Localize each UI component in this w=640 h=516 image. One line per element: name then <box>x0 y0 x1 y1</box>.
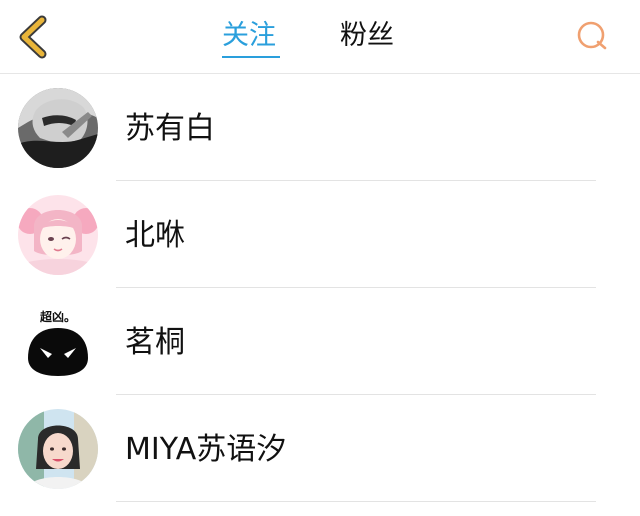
tab-following[interactable]: 关注 <box>222 18 276 54</box>
search-icon <box>577 21 607 50</box>
top-nav-bar: 关注 粉丝 <box>0 0 640 74</box>
tab-fans[interactable]: 粉丝 <box>340 18 394 54</box>
avatar-caption: 超凶。 <box>39 309 76 324</box>
user-name: 北咻 <box>125 218 185 253</box>
list-item[interactable]: 超凶。 茗桐 <box>0 288 640 395</box>
list-item[interactable]: MIYA苏语汐 <box>0 395 640 502</box>
list-item[interactable]: 苏有白 <box>0 74 640 181</box>
avatar <box>18 195 98 275</box>
search-button[interactable] <box>574 18 610 54</box>
row-divider <box>116 501 596 502</box>
tab-bar: 关注 粉丝 <box>0 0 640 73</box>
avatar: 超凶。 <box>18 302 98 382</box>
user-name: 苏有白 <box>125 111 215 146</box>
active-tab-indicator <box>222 56 280 58</box>
user-name: MIYA苏语汐 <box>125 432 287 467</box>
following-list: 苏有白 北咻 超凶。 茗桐 MIYA苏语汐 <box>0 74 640 502</box>
list-item[interactable]: 北咻 <box>0 181 640 288</box>
avatar <box>18 409 98 489</box>
user-name: 茗桐 <box>125 325 185 360</box>
avatar <box>18 88 98 168</box>
